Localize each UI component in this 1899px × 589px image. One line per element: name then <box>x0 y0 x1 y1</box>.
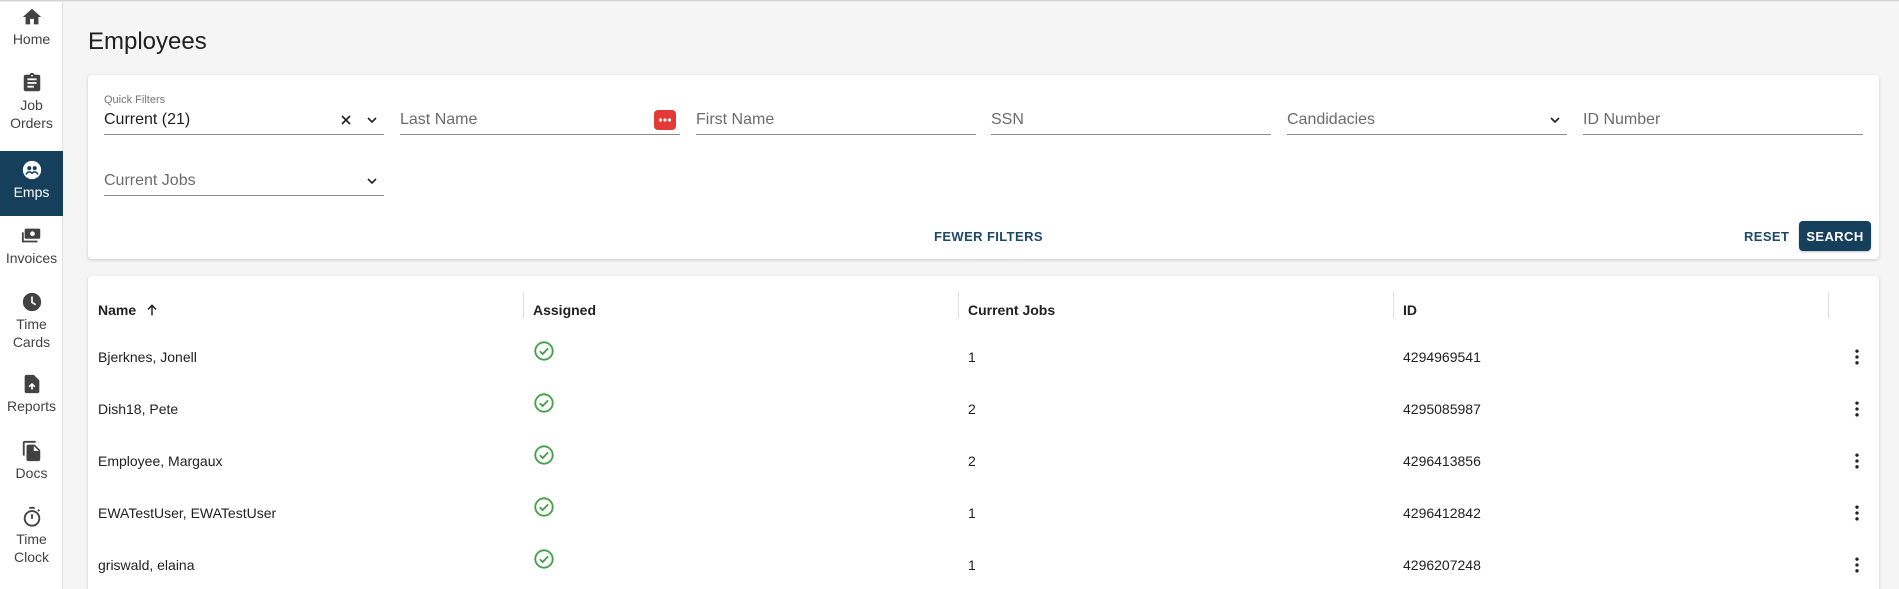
assigned-check-icon <box>533 533 555 585</box>
employees-icon <box>22 160 41 180</box>
more-vert-icon[interactable] <box>1847 539 1867 589</box>
more-vert-icon[interactable] <box>1847 487 1867 539</box>
stopwatch-icon <box>23 506 40 527</box>
id-number-placeholder: ID Number <box>1583 111 1661 128</box>
home-icon <box>22 8 41 25</box>
quick-filters-label: Quick Filters <box>104 94 166 106</box>
report-upload-icon <box>24 374 39 394</box>
candidacies-select[interactable]: Candidacies <box>1287 99 1567 135</box>
employee-id: 4296412842 <box>1403 505 1481 521</box>
sidebar-item-label: Docs <box>15 465 48 481</box>
column-header-current-jobs[interactable]: Current Jobs <box>968 296 1055 324</box>
sidebar-item-label: Time Clock <box>13 531 49 565</box>
column-header-label: Name <box>98 302 137 318</box>
employee-name[interactable]: Dish18, Pete <box>98 383 178 435</box>
top-shadow <box>0 0 1899 2</box>
column-header-assigned[interactable]: Assigned <box>533 296 596 324</box>
sidebar-item-invoices[interactable]: Invoices <box>0 225 63 275</box>
current-jobs-count: 2 <box>968 453 976 469</box>
sidebar-item-label: Invoices <box>5 250 58 266</box>
first-name-placeholder: First Name <box>696 111 775 128</box>
assigned-check-icon <box>533 377 555 429</box>
employee-name[interactable]: Bjerknes, Jonell <box>98 331 197 383</box>
dots-icon <box>658 118 672 122</box>
assigned-check-icon <box>533 325 555 377</box>
id-number-field[interactable]: ID Number <box>1583 99 1863 135</box>
employee-id: 4294969541 <box>1403 349 1481 365</box>
sidebar-item-label: Reports <box>6 398 57 414</box>
sort-ascending-icon[interactable] <box>144 302 160 318</box>
invoices-icon <box>21 228 40 243</box>
page-title: Employees <box>88 28 207 55</box>
column-divider[interactable] <box>958 292 959 318</box>
more-vert-icon[interactable] <box>1847 383 1867 435</box>
employee-id: 4296207248 <box>1403 557 1481 573</box>
chevron-down-icon[interactable] <box>1547 112 1563 128</box>
column-header-label: Assigned <box>533 302 597 318</box>
column-header-label: Current Jobs <box>968 302 1056 318</box>
current-jobs-count: 2 <box>968 401 976 417</box>
chevron-down-icon[interactable] <box>364 112 380 128</box>
employee-id: 4295085987 <box>1403 401 1481 417</box>
search-button[interactable]: SEARCH <box>1799 221 1871 251</box>
current-jobs-count: 1 <box>968 505 976 521</box>
ssn-field[interactable]: SSN <box>991 99 1271 135</box>
sidebar-item-home[interactable]: Home <box>0 6 63 56</box>
sidebar-item-label: Emps <box>13 184 50 200</box>
table-row[interactable]: griswald, elaina 1 4296207248 <box>88 539 1879 589</box>
reset-button[interactable]: RESET <box>1744 229 1789 244</box>
quick-filters-select[interactable]: Quick Filters Current (21) <box>104 94 384 135</box>
table-row[interactable]: EWATestUser, EWATestUser 1 4296412842 <box>88 487 1879 539</box>
column-header-label: ID <box>1403 302 1417 318</box>
column-divider[interactable] <box>523 292 524 318</box>
sidebar-item-job-orders[interactable]: Job Orders <box>0 72 63 142</box>
more-vert-icon[interactable] <box>1847 331 1867 383</box>
sidebar-item-label: Home <box>12 31 51 47</box>
table-row[interactable]: Bjerknes, Jonell 1 4294969541 <box>88 331 1879 383</box>
password-manager-icon[interactable] <box>654 110 676 130</box>
employee-name[interactable]: EWATestUser, EWATestUser <box>98 487 276 539</box>
more-vert-icon[interactable] <box>1847 435 1867 487</box>
assigned-check-icon <box>533 429 555 481</box>
employee-id: 4296413856 <box>1403 453 1481 469</box>
current-jobs-count: 1 <box>968 557 976 573</box>
clear-icon[interactable] <box>338 112 354 128</box>
fewer-filters-button[interactable]: FEWER FILTERS <box>934 229 1043 244</box>
column-header-name[interactable]: Name <box>98 296 160 324</box>
table-row[interactable]: Employee, Margaux 2 4296413856 <box>88 435 1879 487</box>
table-row[interactable]: Dish18, Pete 2 4295085987 <box>88 383 1879 435</box>
column-divider[interactable] <box>1828 292 1829 318</box>
sidebar: Home Job Orders Emps Invoices Time Cards… <box>0 0 63 589</box>
clipboard-icon <box>23 72 40 92</box>
sidebar-item-docs[interactable]: Docs <box>0 440 63 490</box>
ssn-placeholder: SSN <box>991 111 1024 128</box>
sidebar-item-reports[interactable]: Reports <box>0 373 63 423</box>
column-header-id[interactable]: ID <box>1403 296 1417 324</box>
column-divider[interactable] <box>1393 292 1394 318</box>
sidebar-item-emps[interactable]: Emps <box>0 151 63 216</box>
current-jobs-select[interactable]: Current Jobs <box>104 160 384 196</box>
chevron-down-icon[interactable] <box>364 173 380 189</box>
assigned-check-icon <box>533 481 555 533</box>
sidebar-item-label: Job Orders <box>10 97 53 131</box>
employees-table: Name Assigned Current Jobs ID Bjerknes, … <box>88 276 1879 589</box>
documents-icon <box>22 440 40 462</box>
quick-filters-value: Current (21) <box>104 111 191 128</box>
current-jobs-count: 1 <box>968 349 976 365</box>
last-name-field[interactable]: Last Name <box>400 99 680 135</box>
employee-name[interactable]: Employee, Margaux <box>98 435 223 487</box>
candidacies-placeholder: Candidacies <box>1287 111 1376 128</box>
clock-icon <box>22 292 41 312</box>
first-name-field[interactable]: First Name <box>696 99 976 135</box>
sidebar-item-time-cards[interactable]: Time Cards <box>0 291 63 361</box>
employee-name[interactable]: griswald, elaina <box>98 539 195 589</box>
sidebar-item-label: Time Cards <box>12 316 51 350</box>
sidebar-item-time-clock[interactable]: Time Clock <box>0 506 63 576</box>
current-jobs-placeholder: Current Jobs <box>104 172 196 189</box>
last-name-placeholder: Last Name <box>400 111 478 128</box>
